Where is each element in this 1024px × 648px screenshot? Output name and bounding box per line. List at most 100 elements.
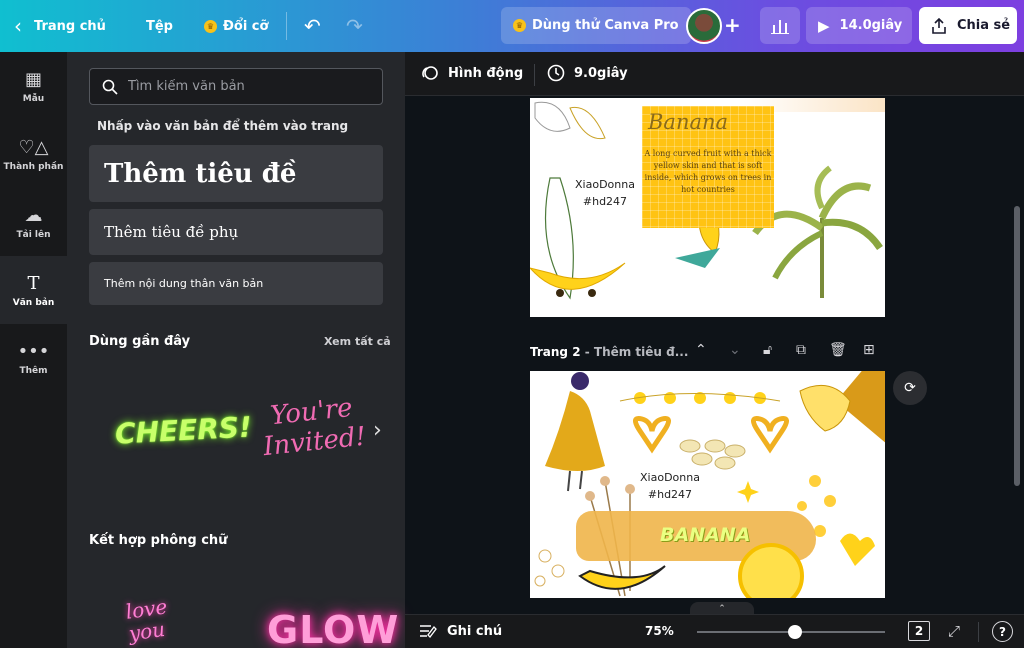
page1-description: A long curved fruit with a thick yellow …	[644, 149, 772, 194]
share-label: Chia sẻ	[957, 18, 1011, 33]
page-2-label[interactable]: Trang 2 - Thêm tiêu đ...	[530, 345, 688, 359]
redo-icon[interactable]: ↷	[346, 14, 363, 38]
clock-icon	[547, 64, 565, 82]
add-collaborator-icon[interactable]: +	[724, 13, 741, 37]
page1-title: Banana	[648, 110, 729, 134]
shapes-icon: ♡△	[18, 136, 49, 158]
divider	[286, 12, 287, 40]
resize-button[interactable]: ♛ Đổi cỡ	[204, 0, 268, 52]
bottom-bar: Ghi chú 75% 2 ⤢ ?	[405, 614, 1024, 648]
crown-icon: ♛	[513, 19, 526, 32]
rail-item-more[interactable]: ••• Thêm	[0, 324, 67, 392]
recent-item-invited[interactable]: You're Invited!	[255, 391, 371, 462]
page-number: Trang 2	[530, 345, 581, 359]
rail-label: Mẫu	[22, 93, 45, 104]
recent-section-title: Dùng gần đây	[89, 334, 191, 349]
page-title-placeholder: - Thêm tiêu đ...	[580, 345, 689, 359]
text-panel: Nhấp vào văn bản để thêm vào trang Thêm …	[67, 52, 405, 648]
upload-icon: ☁	[24, 204, 43, 226]
combo-item-glow[interactable]: GLOW	[267, 608, 399, 648]
more-icon: •••	[17, 340, 50, 362]
try-pro-button[interactable]: ♛ Dùng thử Canva Pro	[501, 7, 691, 44]
search-icon	[102, 79, 118, 95]
rail-label: Văn bản	[12, 297, 55, 308]
duration-label: 9.0giây	[574, 65, 628, 81]
zoom-slider[interactable]	[697, 625, 885, 639]
search-input[interactable]	[128, 79, 368, 94]
present-button[interactable]: ▶ 14.0giây	[806, 7, 912, 44]
play-icon: ▶	[818, 16, 830, 35]
see-all-link[interactable]: Xem tất cả	[324, 335, 391, 348]
panel-hint: Nhấp vào văn bản để thêm vào trang	[97, 119, 349, 133]
file-label: Tệp	[146, 18, 173, 34]
rail-item-elements[interactable]: ♡△ Thành phần	[0, 120, 67, 188]
notes-button[interactable]: Ghi chú	[419, 623, 502, 639]
design-page-1[interactable]: Banana A long curved fruit with a thick …	[530, 98, 885, 317]
bar-chart-icon	[771, 19, 789, 34]
rail-item-templates[interactable]: ▦ Mẫu	[0, 52, 67, 120]
author-tag: #hd247	[582, 195, 628, 208]
vertical-scrollbar[interactable]	[1014, 206, 1020, 486]
rail-item-uploads[interactable]: ☁ Tải lên	[0, 188, 67, 256]
author-name: XiaoDonna	[640, 471, 700, 484]
page2-author: XiaoDonna #hd247	[640, 469, 700, 503]
lock-icon[interactable]: 🔓︎	[763, 342, 772, 358]
divider	[534, 64, 535, 86]
top-bar: ‹ Trang chủ Tệp ♛ Đổi cỡ ↶ ↷ ♛ Dùng thử …	[0, 0, 1024, 52]
resize-label: Đổi cỡ	[223, 18, 269, 34]
insights-button[interactable]	[760, 7, 800, 44]
add-page-icon[interactable]: ⊞	[863, 342, 875, 358]
author-name: XiaoDonna	[575, 178, 635, 191]
zoom-level[interactable]: 75%	[645, 624, 674, 638]
chevron-right-icon[interactable]: ›	[373, 418, 382, 443]
share-icon	[932, 17, 946, 34]
divider	[978, 622, 979, 642]
notes-label: Ghi chú	[447, 623, 503, 639]
trash-icon[interactable]: 🗑︎	[829, 342, 847, 358]
add-heading-button[interactable]: Thêm tiêu đề	[89, 145, 383, 202]
rail-item-text[interactable]: T Văn bản	[0, 256, 67, 324]
font-combo-section-title: Kết hợp phông chữ	[89, 533, 228, 548]
combo-item-love-you[interactable]: love you	[124, 591, 199, 645]
chevron-down-icon[interactable]: ⌄	[729, 342, 741, 358]
animation-icon	[422, 66, 438, 80]
text-icon: T	[27, 272, 40, 294]
crown-icon: ♛	[204, 19, 217, 33]
file-menu-button[interactable]: Tệp	[146, 0, 173, 52]
present-time: 14.0giây	[839, 18, 903, 33]
rail-label: Thành phần	[3, 161, 64, 172]
layout-icon: ▦	[24, 68, 42, 90]
page2-illustrations	[534, 372, 875, 597]
animate-button[interactable]: Hình động	[421, 64, 523, 82]
editor-toolbar: Hình động 9.0giây	[405, 52, 1024, 96]
duplicate-icon[interactable]: ⧉	[796, 342, 806, 358]
page-count-button[interactable]: 2	[908, 621, 930, 641]
comment-add-icon[interactable]: ⟳	[893, 371, 927, 405]
canvas-area: Banana A long curved fruit with a thick …	[405, 96, 1024, 598]
help-icon[interactable]: ?	[992, 621, 1013, 642]
home-button[interactable]: ‹ Trang chủ	[14, 0, 106, 52]
search-box[interactable]	[89, 68, 383, 105]
animate-label: Hình động	[448, 65, 524, 81]
notes-icon	[420, 625, 437, 638]
try-pro-label: Dùng thử Canva Pro	[532, 18, 679, 33]
undo-icon[interactable]: ↶	[304, 14, 321, 38]
page1-author: XiaoDonna #hd247	[575, 176, 635, 210]
avatar[interactable]	[686, 8, 722, 44]
share-button[interactable]: Chia sẻ	[919, 7, 1017, 44]
author-tag: #hd247	[647, 488, 693, 501]
duration-button[interactable]: 9.0giây	[547, 64, 628, 82]
home-label: Trang chủ	[34, 18, 106, 34]
chevron-up-icon[interactable]: ⌃	[695, 342, 707, 358]
rail-label: Tải lên	[16, 229, 51, 240]
fullscreen-icon[interactable]: ⤢	[948, 622, 960, 640]
zoom-slider-handle[interactable]	[788, 625, 802, 639]
chevron-left-icon: ‹	[14, 14, 22, 38]
add-subheading-button[interactable]: Thêm tiêu đề phụ	[89, 209, 383, 255]
left-rail: ▦ Mẫu ♡△ Thành phần ☁ Tải lên T Văn bản …	[0, 52, 67, 648]
rail-label: Thêm	[19, 365, 48, 376]
recent-item-cheers[interactable]: CHEERS!	[114, 410, 252, 450]
add-body-text-button[interactable]: Thêm nội dung thân văn bản	[89, 262, 383, 305]
design-page-2[interactable]: BANANA XiaoDonna #hd247	[530, 371, 885, 598]
page2-banner: BANANA	[660, 524, 751, 546]
